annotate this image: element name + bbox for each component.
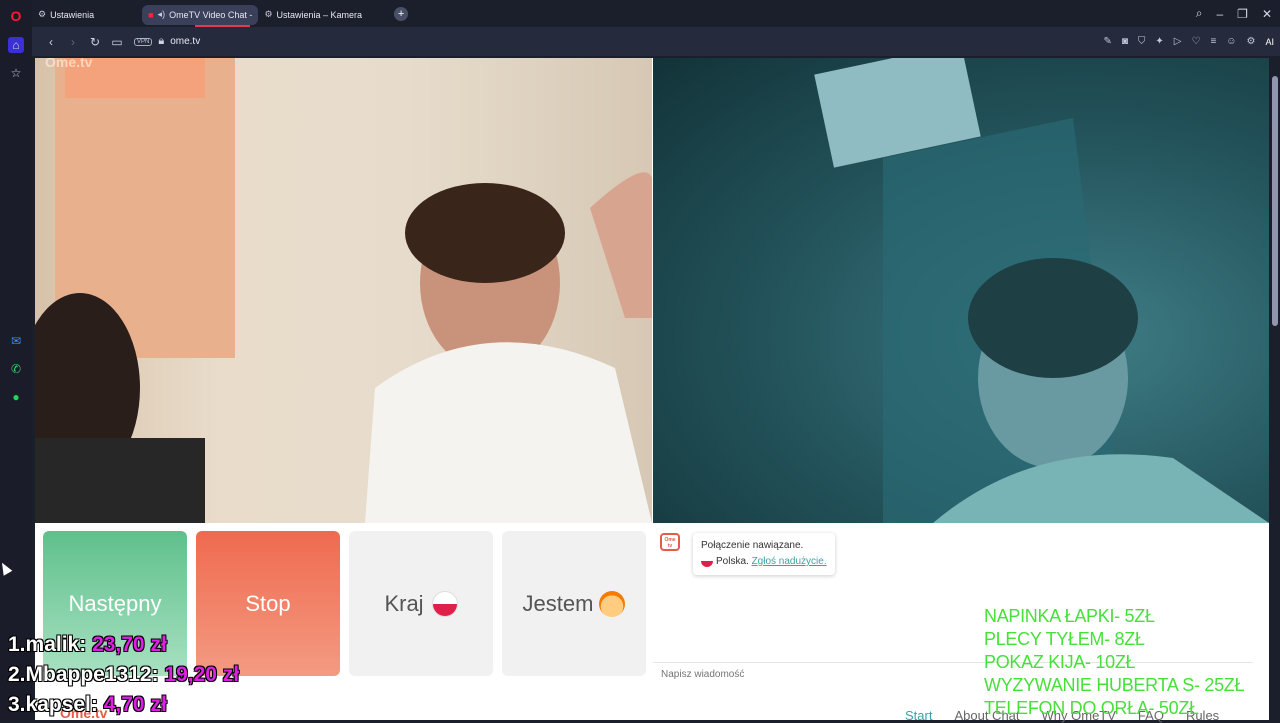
stranger-video-image (35, 58, 652, 523)
url-field[interactable]: ome.tv (170, 36, 200, 47)
restore-icon[interactable]: ❐ (1237, 7, 1248, 21)
browser-sidebar: O ⌂ ☆ ✉ ✆ ● (0, 0, 32, 720)
price-item: WYZYWANIE HUBERTA S- 25ZŁ (984, 675, 1245, 695)
shield-icon[interactable]: ⛉ (1138, 36, 1146, 47)
forward-icon[interactable]: › (62, 35, 84, 49)
poland-flag-icon (701, 555, 713, 568)
window-controls: ⌕ – ❐ ✕ (1196, 0, 1280, 27)
edit-icon[interactable]: ✎ (1103, 36, 1111, 47)
vpn-badge[interactable]: VPN (134, 37, 153, 46)
my-camera-image (814, 58, 1269, 523)
video-watermark: Ome.tv (45, 58, 93, 70)
tab-settings[interactable]: ⚙ Ustawienia (32, 5, 100, 25)
partner-country: Polska. (716, 556, 749, 567)
whatsapp-icon[interactable]: ✆ (8, 361, 24, 377)
price-item: PLECY TYŁEM- 8ZŁ (984, 629, 1145, 649)
play-icon[interactable]: ▷ (1174, 36, 1182, 47)
donation-price-list: NAPINKA ŁAPKI- 5ZŁ PLECY TYŁEM- 8ZŁ POKA… (984, 605, 1245, 720)
tab-ometv[interactable]: ■ ◂) OmeTV Video Chat - (142, 4, 259, 25)
next-label: Następny (68, 590, 162, 616)
connection-status: Połączenie nawiązane. (701, 540, 804, 551)
settings-icon[interactable]: ⚙ (1247, 36, 1256, 47)
tab-label: Ustawienia – Kamera (276, 9, 363, 20)
ai-button[interactable]: AI (1265, 37, 1274, 47)
ometv-logo-icon: Ome tv (660, 533, 680, 551)
reload-icon[interactable]: ↻ (84, 35, 106, 49)
toolbar-icons: ✎ ◙ ⛉ ✦ ▷ ♡ ≡ ☺ ⚙ AI (1103, 27, 1274, 56)
tab-label: OmeTV Video Chat - (169, 9, 253, 20)
leaderboard-row: 2.Mbappe1312: 19,20 zł (8, 663, 240, 686)
poland-flag-icon (431, 590, 458, 617)
stranger-video: Ome.tv (35, 58, 652, 523)
my-camera-video (653, 58, 1269, 523)
address-bar: ‹ › ↻ ▭ VPN 🔒︎ ome.tv ✎ ◙ ⛉ ✦ ▷ ♡ ≡ ☺ ⚙ … (32, 27, 1280, 56)
heart-icon[interactable]: ♡ (1191, 36, 1200, 47)
tab-snapshot-icon[interactable]: ▭ (106, 35, 128, 49)
gender-label: Jestem (522, 590, 594, 616)
profile-icon[interactable]: ☺ (1226, 36, 1236, 47)
footer-link-start[interactable]: Start (905, 708, 932, 723)
stop-label: Stop (245, 590, 291, 616)
country-label: Kraj (384, 590, 424, 616)
report-abuse-link[interactable]: Zgłoś nadużycie. (752, 556, 827, 567)
speaker-icon: ◂) (157, 9, 166, 19)
messenger-icon[interactable]: ✉ (8, 333, 24, 349)
opera-logo-icon[interactable]: O (8, 8, 24, 24)
new-tab-button[interactable]: + (394, 6, 409, 21)
price-item: POKAZ KIJA- 10ZŁ (984, 652, 1136, 672)
boy-face-icon (599, 590, 626, 617)
search-icon[interactable]: ⌕ (1196, 6, 1203, 21)
back-icon[interactable]: ‹ (40, 35, 62, 49)
lock-icon: 🔒︎ (158, 35, 165, 47)
star-icon[interactable]: ☆ (8, 65, 24, 81)
camera-icon[interactable]: ◙ (1122, 36, 1128, 47)
gender-button[interactable]: Jestem (502, 531, 646, 676)
minimize-icon[interactable]: – (1216, 7, 1223, 21)
price-item: NAPINKA ŁAPKI- 5ZŁ (984, 606, 1155, 626)
gear-icon: ⚙ (38, 9, 47, 19)
gear-icon: ⚙ (264, 9, 273, 19)
menu-icon[interactable]: ≡ (1210, 36, 1216, 47)
spotify-icon[interactable]: ● (8, 389, 24, 405)
leaderboard-row: 1.malik: 23,70 zł (8, 633, 167, 656)
ometv-icon: ■ (148, 9, 154, 20)
extensions-icon[interactable]: ✦ (1155, 36, 1163, 47)
tab-camera-settings[interactable]: ⚙ Ustawienia – Kamera (258, 5, 368, 25)
tab-bar: ⚙ Ustawienia ■ ◂) OmeTV Video Chat - ⚙ U… (32, 0, 1280, 27)
leaderboard-row: 3.kapsel: 4,70 zł (8, 693, 167, 716)
donation-leaderboard: 1.malik: 23,70 zł 2.Mbappe1312: 19,20 zł… (8, 630, 239, 720)
tab-label: Ustawienia (50, 9, 95, 20)
system-message: Połączenie nawiązane. Polska. Zgłoś nadu… (693, 533, 835, 575)
price-item: TELEFON DO ORŁA- 50ZŁ (984, 698, 1199, 718)
home-icon[interactable]: ⌂ (8, 37, 24, 53)
close-icon[interactable]: ✕ (1262, 7, 1272, 21)
page-scrollbar[interactable] (1272, 76, 1278, 326)
country-button[interactable]: Kraj (349, 531, 493, 676)
